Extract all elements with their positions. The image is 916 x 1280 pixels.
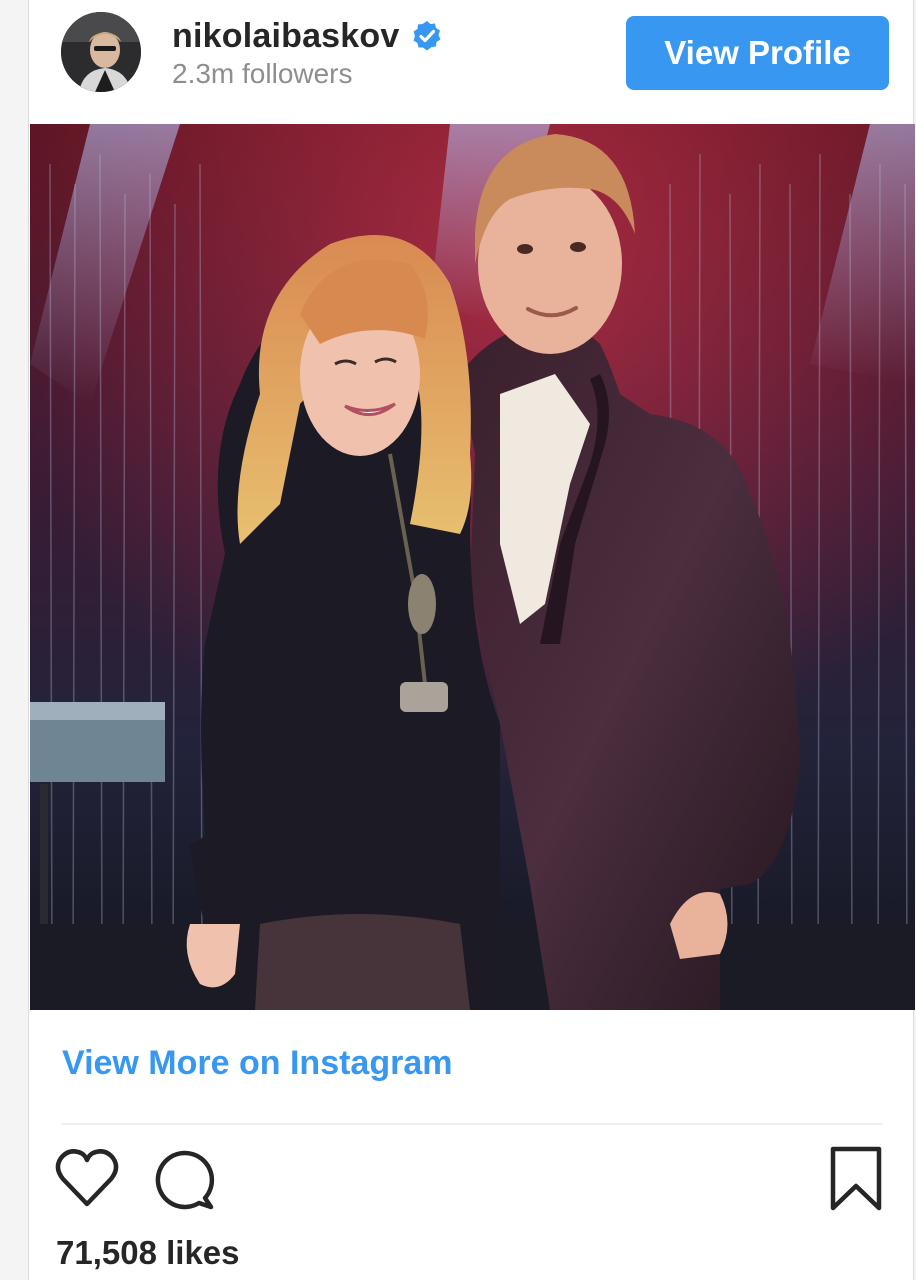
instagram-embed-card: nikolaibaskov 2.3m followers View Profil… [28,0,915,1280]
avatar-image [61,12,141,92]
like-button[interactable] [55,1148,119,1208]
post-header: nikolaibaskov 2.3m followers View Profil… [29,0,915,124]
save-button[interactable] [829,1146,883,1212]
divider [62,1123,882,1125]
comment-button[interactable] [153,1148,217,1212]
view-more-on-instagram-link[interactable]: View More on Instagram [62,1044,452,1083]
username-row: nikolaibaskov [172,14,443,58]
avatar[interactable] [61,12,141,92]
page: nikolaibaskov 2.3m followers View Profil… [0,0,916,1280]
bookmark-icon [830,1146,882,1211]
heart-icon [55,1149,119,1207]
likes-count: 71,508 likes [56,1234,240,1271]
verified-badge-icon [411,20,443,52]
view-profile-button[interactable]: View Profile [626,16,889,90]
comment-icon [155,1150,215,1210]
followers-count: 2.3m followers [172,58,353,89]
username[interactable]: nikolaibaskov [172,17,399,56]
post-photo[interactable] [30,124,915,1010]
